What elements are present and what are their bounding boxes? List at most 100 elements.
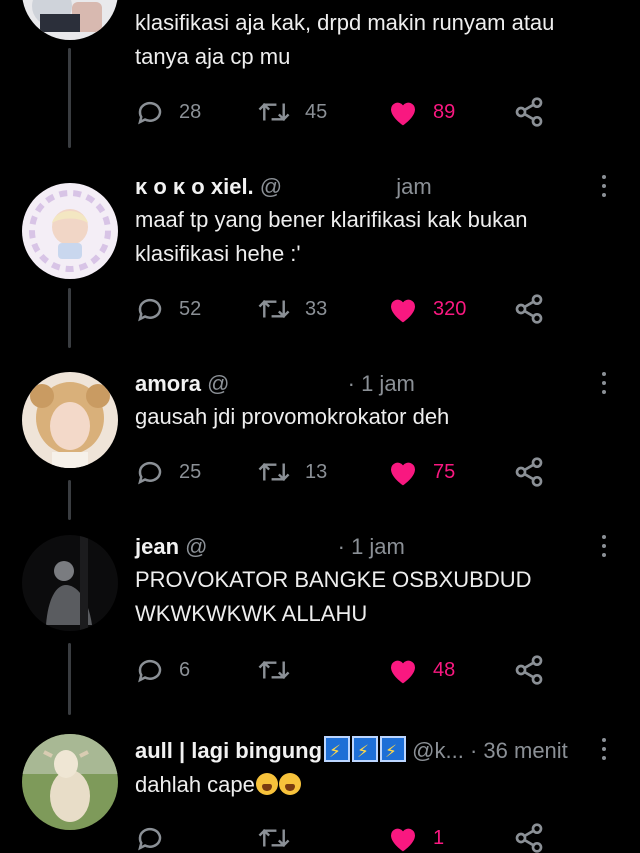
reply-button[interactable]: 6 bbox=[135, 652, 190, 688]
like-count: 320 bbox=[433, 297, 467, 320]
timestamp: · 36 menit bbox=[469, 738, 568, 763]
share-icon bbox=[515, 97, 543, 127]
avatar[interactable] bbox=[22, 372, 118, 468]
redacted-username bbox=[282, 176, 391, 198]
retweet-button[interactable]: 45 bbox=[257, 94, 327, 130]
lightning-emoji-icon bbox=[352, 736, 379, 766]
share-icon bbox=[515, 655, 543, 685]
reply-button[interactable]: 52 bbox=[135, 291, 201, 327]
crying-face-emoji-icon bbox=[278, 773, 301, 795]
retweet-button[interactable]: 33 bbox=[257, 291, 327, 327]
more-options-button[interactable] bbox=[592, 531, 616, 561]
tweet-text: klasifikasi aja kak, drpd makin runyam a… bbox=[135, 6, 605, 74]
tweet-text: maaf tp yang bener klarifikasi kak bukan… bbox=[135, 203, 605, 271]
share-button[interactable] bbox=[513, 820, 545, 853]
tweet-header: κ ο κ ο xiel. @ jam bbox=[135, 173, 432, 201]
tweet-header: amora @ · 1 jam bbox=[135, 370, 415, 398]
tweet-text: gausah jdi provomokrokator deh bbox=[135, 400, 605, 434]
more-options-button[interactable] bbox=[592, 368, 616, 398]
retweet-button[interactable] bbox=[257, 820, 305, 853]
reply-tweet[interactable]: aull | lagi bingung @k... · 36 menit dah… bbox=[0, 728, 640, 853]
username[interactable]: @k... bbox=[412, 738, 464, 763]
like-count: 75 bbox=[433, 460, 456, 483]
retweet-count: 33 bbox=[305, 297, 328, 320]
tweet-text-line: WKWKWKWK ALLAHU bbox=[135, 601, 368, 626]
reply-button[interactable]: 25 bbox=[135, 454, 201, 490]
share-button[interactable] bbox=[513, 454, 545, 490]
reply-icon bbox=[138, 298, 162, 322]
action-bar: 25 13 75 bbox=[135, 454, 615, 490]
reply-feed: klasifikasi aja kak, drpd makin runyam a… bbox=[0, 0, 640, 853]
avatar[interactable] bbox=[22, 535, 118, 631]
tweet-text-line: klasifikasi hehe :' bbox=[135, 241, 301, 266]
lightning-emoji-icon bbox=[380, 736, 407, 766]
thread-line bbox=[68, 48, 71, 148]
display-name[interactable]: amora bbox=[135, 371, 201, 396]
display-name[interactable]: aull | lagi bingung bbox=[135, 738, 322, 763]
retweet-count: 45 bbox=[305, 100, 328, 123]
retweet-icon bbox=[258, 299, 290, 319]
retweet-button[interactable] bbox=[257, 652, 305, 688]
avatar[interactable] bbox=[22, 0, 118, 40]
avatar[interactable] bbox=[22, 734, 118, 830]
reply-tweet[interactable]: amora @ · 1 jam gausah jdi provomokrokat… bbox=[0, 362, 640, 522]
tweet-text-line: PROVOKATOR BANGKE OSBXUBDUD bbox=[135, 567, 532, 592]
retweet-button[interactable]: 13 bbox=[257, 454, 327, 490]
thread-line bbox=[68, 480, 71, 520]
display-name[interactable]: jean bbox=[135, 534, 179, 559]
reply-tweet[interactable]: jean @ · 1 jam PROVOKATOR BANGKE OSBXUBD… bbox=[0, 525, 640, 715]
tweet-text-line: gausah jdi provomokrokator deh bbox=[135, 404, 450, 429]
share-icon bbox=[515, 823, 543, 853]
like-button[interactable]: 1 bbox=[387, 820, 444, 853]
reply-button[interactable] bbox=[135, 820, 179, 853]
like-button[interactable]: 48 bbox=[387, 652, 455, 688]
username[interactable]: @ bbox=[185, 534, 207, 559]
timestamp: · 1 jam bbox=[337, 534, 405, 559]
tweet-text-line: dahlah cape bbox=[135, 772, 255, 797]
heart-icon bbox=[391, 828, 415, 852]
display-name[interactable]: κ ο κ ο xiel. bbox=[135, 174, 254, 199]
more-options-button[interactable] bbox=[592, 734, 616, 764]
heart-icon bbox=[391, 462, 415, 486]
like-button[interactable]: 89 bbox=[387, 94, 455, 130]
tweet-text-line: klasifikasi aja kak, drpd makin runyam a… bbox=[135, 10, 555, 35]
avatar[interactable] bbox=[22, 183, 118, 279]
retweet-icon bbox=[258, 462, 290, 482]
share-button[interactable] bbox=[513, 652, 545, 688]
tweet-text-line: maaf tp yang bener klarifikasi kak bukan bbox=[135, 207, 528, 232]
tweet-text: PROVOKATOR BANGKE OSBXUBDUD WKWKWKWK ALL… bbox=[135, 563, 605, 631]
share-icon bbox=[515, 294, 543, 324]
heart-icon bbox=[391, 299, 415, 323]
heart-icon bbox=[391, 102, 415, 126]
share-icon bbox=[515, 457, 543, 487]
reply-icon bbox=[138, 827, 162, 851]
reply-tweet[interactable]: klasifikasi aja kak, drpd makin runyam a… bbox=[0, 0, 640, 150]
tweet-text-line: tanya aja cp mu bbox=[135, 44, 291, 69]
lightning-emoji-icon bbox=[324, 736, 351, 766]
thread-line bbox=[68, 288, 71, 348]
username[interactable]: @ bbox=[207, 371, 229, 396]
action-bar: 6 48 bbox=[135, 652, 615, 688]
reply-button[interactable]: 28 bbox=[135, 94, 201, 130]
action-bar: 52 33 320 bbox=[135, 291, 615, 327]
reply-count: 28 bbox=[179, 100, 202, 123]
action-bar: 1 bbox=[135, 820, 615, 853]
tweet-header: aull | lagi bingung @k... · 36 menit bbox=[135, 736, 568, 766]
like-button[interactable]: 320 bbox=[387, 291, 466, 327]
action-bar: 28 45 89 bbox=[135, 94, 615, 130]
like-button[interactable]: 75 bbox=[387, 454, 455, 490]
reply-icon bbox=[138, 659, 162, 683]
heart-icon bbox=[391, 660, 415, 684]
more-options-button[interactable] bbox=[592, 171, 616, 201]
tweet-header: jean @ · 1 jam bbox=[135, 533, 405, 561]
retweet-icon bbox=[258, 828, 290, 848]
reply-count: 25 bbox=[179, 460, 202, 483]
reply-icon bbox=[138, 461, 162, 485]
redacted-username bbox=[229, 373, 342, 395]
username[interactable]: @ bbox=[260, 174, 282, 199]
reply-tweet[interactable]: κ ο κ ο xiel. @ jam maaf tp yang bener k… bbox=[0, 165, 640, 350]
share-button[interactable] bbox=[513, 291, 545, 327]
retweet-icon bbox=[258, 660, 290, 680]
timestamp: · 1 jam bbox=[347, 371, 415, 396]
share-button[interactable] bbox=[513, 94, 545, 130]
